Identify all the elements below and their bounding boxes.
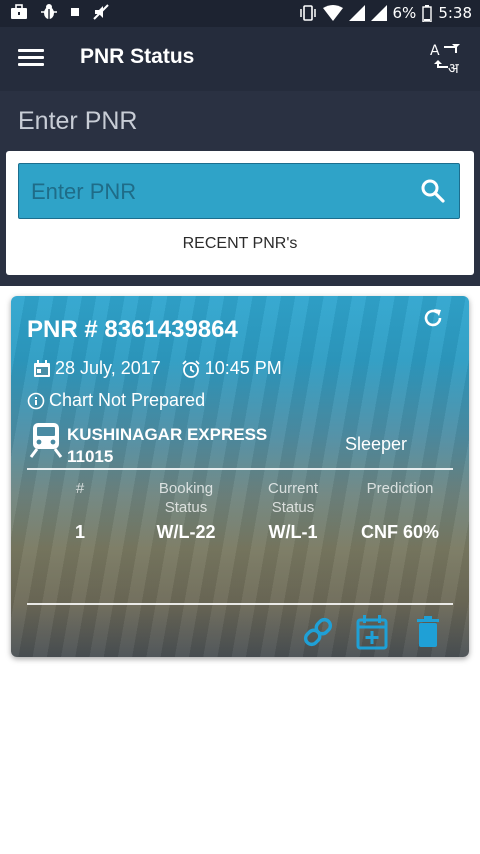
- battery-percent: 6%: [392, 4, 417, 22]
- translate-letter-a: A: [430, 43, 440, 59]
- translate-icon[interactable]: A अ: [428, 39, 466, 77]
- link-icon[interactable]: [301, 614, 335, 650]
- divider: [27, 603, 453, 605]
- current-status: W/L-1: [268, 522, 318, 542]
- app-bar: PNR Status A अ: [0, 27, 480, 91]
- status-right-icons: 6% 5:38: [299, 4, 472, 22]
- search-card: RECENT PNR's: [6, 151, 474, 275]
- pnr-input[interactable]: [29, 164, 413, 220]
- train-number: 11015: [67, 447, 114, 466]
- pnr-number-title: PNR # 8361439864: [27, 316, 238, 343]
- no-sound-icon: [93, 4, 109, 20]
- calendar-icon: [34, 359, 50, 377]
- bug-icon: [41, 4, 57, 19]
- enter-pnr-section: Enter PNR RECENT PNR's: [0, 91, 480, 286]
- recent-pnrs-link[interactable]: RECENT PNR's: [6, 235, 474, 253]
- signal-icon: [370, 5, 387, 21]
- vibrate-icon: [299, 5, 316, 21]
- status-left-icons: [10, 3, 110, 21]
- pnr-card[interactable]: PNR # 8361439864 28 July, 2017 10:45 PM …: [11, 296, 469, 657]
- translate-letter-hindi: अ: [448, 61, 459, 77]
- enter-pnr-heading: Enter PNR: [18, 107, 138, 135]
- column-header-prediction: Prediction: [366, 480, 434, 497]
- wifi-icon: [322, 5, 343, 21]
- alarm-clock-icon: [182, 359, 200, 378]
- chart-status: Chart Not Prepared: [49, 390, 206, 410]
- delete-icon[interactable]: [411, 614, 445, 650]
- briefcase-icon: [11, 4, 27, 19]
- journey-date: 28 July, 2017: [55, 358, 161, 378]
- journey-time: 10:45 PM: [204, 358, 282, 378]
- chart-status-row: Chart Not Prepared: [27, 390, 205, 411]
- column-header-current-status: Current Status: [267, 480, 319, 516]
- column-header-booking-status: Booking Status: [158, 480, 214, 516]
- square-icon: [71, 8, 79, 16]
- train-icon: [29, 423, 63, 458]
- hamburger-menu-icon[interactable]: [18, 45, 44, 71]
- train-name: KUSHINAGAR EXPRESS: [67, 425, 268, 444]
- column-header-index: #: [75, 480, 85, 497]
- calendar-add-icon[interactable]: [355, 614, 389, 650]
- search-box: [18, 163, 460, 220]
- train-info: KUSHINAGAR EXPRESS 11015: [67, 424, 267, 468]
- signal-icon: [348, 5, 365, 21]
- refresh-icon[interactable]: [421, 306, 445, 330]
- card-actions: [11, 614, 469, 654]
- page-title: PNR Status: [80, 45, 195, 68]
- status-bar: 6% 5:38: [0, 0, 480, 27]
- passenger-index: 1: [74, 522, 85, 542]
- booking-status: W/L-22: [156, 522, 216, 542]
- search-icon[interactable]: [419, 177, 447, 205]
- status-time: 5:38: [438, 4, 472, 22]
- prediction: CNF 60%: [360, 522, 440, 542]
- travel-class: Sleeper: [345, 434, 408, 454]
- info-icon: [27, 392, 45, 409]
- battery-icon: [422, 4, 433, 22]
- journey-date-time: 28 July, 2017 10:45 PM: [33, 358, 282, 379]
- divider: [27, 468, 453, 470]
